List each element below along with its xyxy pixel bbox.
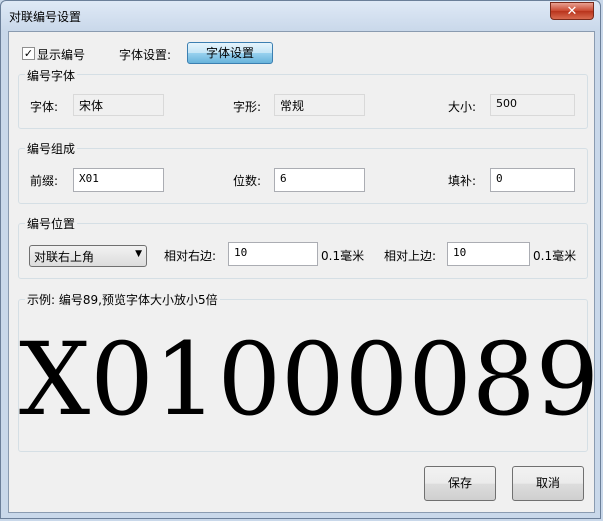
dialog-body: ✓ 显示编号 字体设置: 字体设置 编号字体 字体: 宋体 字形: 常规 大小:… (8, 31, 600, 513)
title-bar[interactable]: 对联编号设置 ✕ (1, 1, 600, 31)
font-setting-button-label: 字体设置 (205, 46, 254, 60)
window-title: 对联编号设置 (9, 10, 82, 24)
preview-number: X01000089 (19, 321, 600, 438)
save-button-label: 保存 (447, 476, 472, 490)
top-offset-input[interactable]: 10 (447, 242, 530, 266)
cancel-button-label: 取消 (535, 476, 560, 490)
size-label: 大小: (448, 100, 477, 114)
right-offset-input[interactable]: 10 (228, 242, 318, 266)
prefix-label: 前缀: (30, 174, 59, 188)
font-value: 宋体 (73, 94, 164, 116)
dialog-window: 对联编号设置 ✕ ✓ 显示编号 字体设置: 字体设置 编号字体 字体: 宋体 字… (0, 0, 601, 519)
corner-select-value: 对联右上角 (34, 250, 95, 264)
prefix-input[interactable]: X01 (73, 168, 164, 192)
chevron-down-icon: ▼ (135, 249, 142, 259)
checkmark-icon: ✓ (23, 47, 34, 60)
corner-select[interactable]: 对联右上角 ▼ (29, 245, 147, 267)
cancel-button[interactable]: 取消 (512, 466, 584, 501)
number-compose-group-title: 编号组成 (25, 140, 78, 157)
digits-label: 位数: (233, 174, 262, 188)
font-setting-button[interactable]: 字体设置 (187, 42, 273, 64)
close-icon: ✕ (566, 4, 578, 19)
digits-input[interactable]: 6 (274, 168, 365, 192)
save-button[interactable]: 保存 (424, 466, 496, 501)
size-value: 500 (490, 94, 575, 116)
close-button[interactable]: ✕ (550, 2, 594, 20)
right-offset-label: 相对右边: (164, 249, 217, 263)
style-label: 字形: (233, 100, 262, 114)
show-number-checkbox[interactable]: ✓ (22, 47, 35, 60)
right-offset-unit: 0.1毫米 (321, 249, 365, 263)
number-font-group-title: 编号字体 (25, 67, 78, 84)
top-offset-unit: 0.1毫米 (533, 249, 577, 263)
example-caption: 示例: 编号89,预览字体大小放小5倍 (25, 291, 220, 308)
example-group: X01000089 (18, 299, 600, 452)
font-setting-label: 字体设置: (119, 48, 172, 62)
pad-input[interactable]: 0 (490, 168, 575, 192)
show-number-label: 显示编号 (37, 48, 86, 62)
style-value: 常规 (274, 94, 365, 116)
font-label: 字体: (30, 100, 59, 114)
pad-label: 填补: (448, 174, 477, 188)
top-offset-label: 相对上边: (384, 249, 437, 263)
number-position-group-title: 编号位置 (25, 215, 78, 232)
